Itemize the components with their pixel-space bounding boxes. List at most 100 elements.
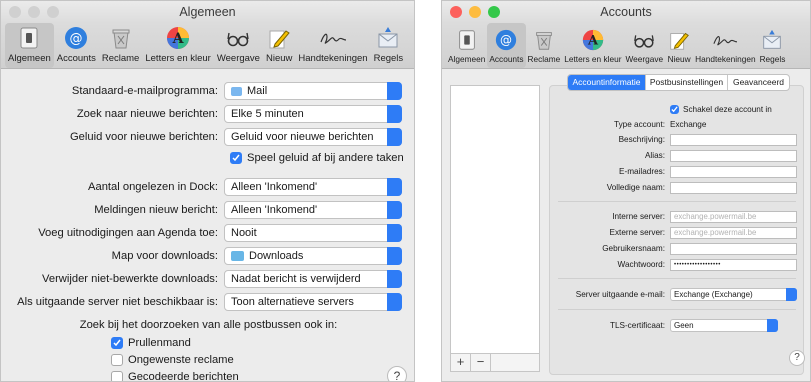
tab-letters-en-kleur[interactable]: A Letters en kleur — [142, 23, 213, 68]
setting-dock-unread: Aantal ongelezen in Dock: Alleen 'Inkome… — [1, 178, 414, 196]
new-mail-sound-popup[interactable]: Geluid voor nieuwe berichten — [224, 128, 402, 146]
title-bar[interactable]: Accounts — [442, 1, 810, 23]
accounts-preferences-window: Accounts Algemeen @ Accounts Reclame A L… — [441, 0, 811, 382]
checkmark-icon — [230, 152, 242, 164]
tab-nieuw[interactable]: Nieuw — [665, 23, 693, 68]
tab-weergave[interactable]: Weergave — [623, 23, 665, 68]
remove-account-button[interactable]: − — [471, 354, 491, 371]
title-bar[interactable]: Algemeen — [1, 1, 414, 23]
add-account-button[interactable]: + — [451, 354, 471, 371]
svg-text:A: A — [587, 34, 599, 49]
internal-server-field[interactable]: exchange.powermail.be — [670, 210, 797, 223]
tab-geavanceerd[interactable]: Geavanceerd — [728, 75, 789, 90]
external-server-row: Externe server: exchange.powermail.be — [549, 226, 804, 239]
switch-icon — [455, 26, 479, 54]
setting-add-invitations: Voeg uitnodigingen aan Agenda toe: Nooit — [1, 224, 414, 242]
account-list-buttons: + − — [450, 354, 540, 372]
glasses-icon — [225, 23, 251, 53]
password-row: Wachtwoord: •••••••••••••••••• — [549, 258, 804, 271]
search-encrypted-checkbox[interactable]: Gecodeerde berichten — [111, 371, 239, 381]
tab-regels[interactable]: Regels — [758, 23, 788, 68]
tab-algemeen[interactable]: Algemeen — [446, 23, 487, 68]
svg-text:@: @ — [70, 32, 83, 47]
at-sign-icon: @ — [63, 23, 89, 53]
account-list[interactable] — [450, 85, 540, 354]
glasses-icon — [632, 26, 656, 54]
tls-row: TLS-certificaat: Geen — [549, 319, 804, 332]
downloads-folder-popup[interactable]: Downloads — [224, 247, 402, 265]
checkmark-icon — [111, 337, 123, 349]
account-type-value: Exchange — [670, 120, 707, 129]
preferences-toolbar: Algemeen @ Accounts Reclame A Letters en… — [442, 23, 810, 69]
tab-postbusinstellingen[interactable]: Postbusinstellingen — [646, 75, 728, 90]
switch-icon — [16, 23, 42, 53]
play-sound-checkbox[interactable]: Speel geluid af bij andere taken — [230, 152, 404, 164]
search-trash-checkbox[interactable]: Prullenmand — [111, 337, 191, 349]
font-color-icon: A — [165, 23, 191, 53]
mail-app-icon — [231, 86, 242, 96]
search-heading: Zoek bij het doorzoeken van alle postbus… — [79, 319, 338, 331]
preferences-toolbar: Algemeen @ Accounts Reclame A Letters en… — [1, 23, 414, 69]
general-preferences-window: Algemeen Algemeen @ Accounts Reclame A L… — [0, 0, 415, 382]
tab-reclame[interactable]: Reclame — [526, 23, 563, 68]
setting-new-mail-sound: Geluid voor nieuwe berichten: Geluid voo… — [1, 128, 414, 146]
tab-handtekeningen[interactable]: Handtekeningen — [693, 23, 757, 68]
help-button[interactable]: ? — [387, 366, 407, 381]
remove-downloads-popup[interactable]: Nadat bericht is verwijderd — [224, 270, 402, 288]
divider — [558, 309, 796, 310]
help-button[interactable]: ? — [789, 350, 805, 366]
divider — [558, 201, 796, 202]
tab-regels[interactable]: Regels — [371, 23, 407, 68]
outgoing-unavailable-popup[interactable]: Toon alternatieve servers — [224, 293, 402, 311]
outgoing-server-popup[interactable]: Exchange (Exchange) — [670, 288, 797, 301]
new-message-notifications-popup[interactable]: Alleen 'Inkomend' — [224, 201, 402, 219]
tab-accounts[interactable]: @ Accounts — [487, 23, 526, 68]
tab-weergave[interactable]: Weergave — [214, 23, 263, 68]
rules-envelope-icon — [375, 23, 401, 53]
check-new-mail-popup[interactable]: Elke 5 minuten — [224, 105, 402, 123]
add-invitations-popup[interactable]: Nooit — [224, 224, 402, 242]
account-tabs: Accountinformatie Postbusinstellingen Ge… — [567, 74, 790, 91]
account-type-row: Type account: Exchange — [614, 120, 707, 129]
divider — [558, 278, 796, 279]
dock-unread-popup[interactable]: Alleen 'Inkomend' — [224, 178, 402, 196]
alias-row: Alias: — [549, 149, 804, 162]
default-mail-app-popup[interactable]: Mail — [224, 82, 402, 100]
svg-text:@: @ — [500, 33, 512, 47]
tab-accounts[interactable]: @ Accounts — [54, 23, 99, 68]
trash-icon — [532, 26, 556, 54]
at-sign-icon: @ — [494, 26, 518, 54]
description-field[interactable] — [670, 133, 797, 146]
pencil-icon — [667, 26, 691, 54]
svg-text:A: A — [172, 31, 185, 47]
window-title: Algemeen — [179, 5, 236, 19]
email-row: E-mailadres: — [549, 165, 804, 178]
tab-accountinformatie[interactable]: Accountinformatie — [568, 75, 646, 90]
tab-handtekeningen[interactable]: Handtekeningen — [295, 23, 370, 68]
tab-letters-en-kleur[interactable]: A Letters en kleur — [562, 23, 623, 68]
tls-certificate-popup[interactable]: Geen — [670, 319, 778, 332]
signature-icon — [711, 26, 739, 54]
password-field[interactable]: •••••••••••••••••• — [670, 258, 797, 271]
setting-default-mail-app: Standaard-e-mailprogramma: Mail — [1, 82, 414, 100]
alias-field[interactable] — [670, 149, 797, 162]
username-row: Gebruikersnaam: — [549, 242, 804, 255]
email-field[interactable] — [670, 165, 797, 178]
setting-remove-downloads: Verwijder niet-bewerkte downloads: Nadat… — [1, 270, 414, 288]
folder-icon — [231, 251, 244, 261]
enable-account-row: Schakel deze account in — [549, 103, 804, 116]
outgoing-server-row: Server uitgaande e-mail: Exchange (Excha… — [549, 288, 804, 301]
font-color-icon: A — [581, 26, 605, 54]
signature-icon — [318, 23, 348, 53]
tab-algemeen[interactable]: Algemeen — [5, 23, 54, 68]
enable-account-checkbox[interactable] — [670, 105, 679, 114]
tab-nieuw[interactable]: Nieuw — [263, 23, 295, 68]
tab-reclame[interactable]: Reclame — [99, 23, 143, 68]
description-row: Beschrijving: — [549, 133, 804, 146]
username-field[interactable] — [670, 242, 797, 255]
pencil-icon — [266, 23, 292, 53]
rules-envelope-icon — [760, 26, 784, 54]
external-server-field[interactable]: exchange.powermail.be — [670, 226, 797, 239]
full-name-field[interactable] — [670, 181, 797, 194]
search-junk-checkbox[interactable]: Ongewenste reclame — [111, 354, 234, 366]
